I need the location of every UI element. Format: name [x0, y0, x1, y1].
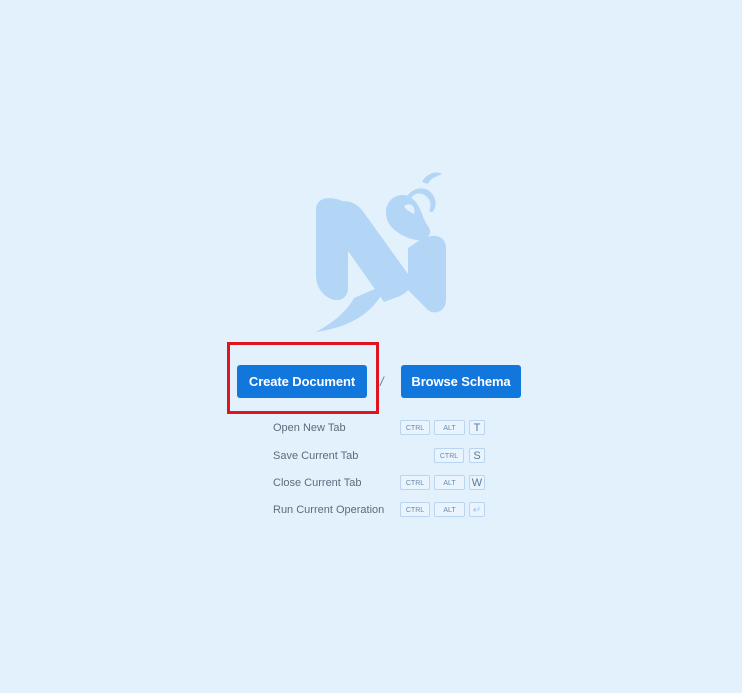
t-key: T	[469, 420, 485, 435]
shortcut-row-run-current-operation: Run Current Operation CTRL ALT ↵	[273, 502, 493, 520]
shortcut-label: Save Current Tab	[273, 450, 359, 462]
action-separator: /	[380, 374, 384, 389]
alt-key: ALT	[434, 420, 465, 435]
browse-schema-button[interactable]: Browse Schema	[401, 365, 521, 398]
s-key: S	[469, 448, 485, 463]
shortcut-label: Run Current Operation	[273, 504, 385, 516]
shortcut-row-close-current-tab: Close Current Tab CTRL ALT W	[273, 475, 493, 493]
ctrl-key: CTRL	[400, 420, 430, 435]
w-key: W	[469, 475, 485, 490]
ctrl-key: CTRL	[434, 448, 464, 463]
ctrl-key: CTRL	[400, 475, 430, 490]
shortcut-row-open-new-tab: Open New Tab CTRL ALT T	[273, 420, 493, 438]
create-document-button[interactable]: Create Document	[237, 365, 367, 398]
shortcut-label: Open New Tab	[273, 422, 346, 434]
enter-key-icon: ↵	[469, 502, 485, 517]
app-logo-icon	[316, 172, 446, 332]
ctrl-key: CTRL	[400, 502, 430, 517]
alt-key: ALT	[434, 502, 465, 517]
shortcut-label: Close Current Tab	[273, 477, 362, 489]
shortcut-row-save-current-tab: Save Current Tab CTRL S	[273, 448, 493, 466]
alt-key: ALT	[434, 475, 465, 490]
